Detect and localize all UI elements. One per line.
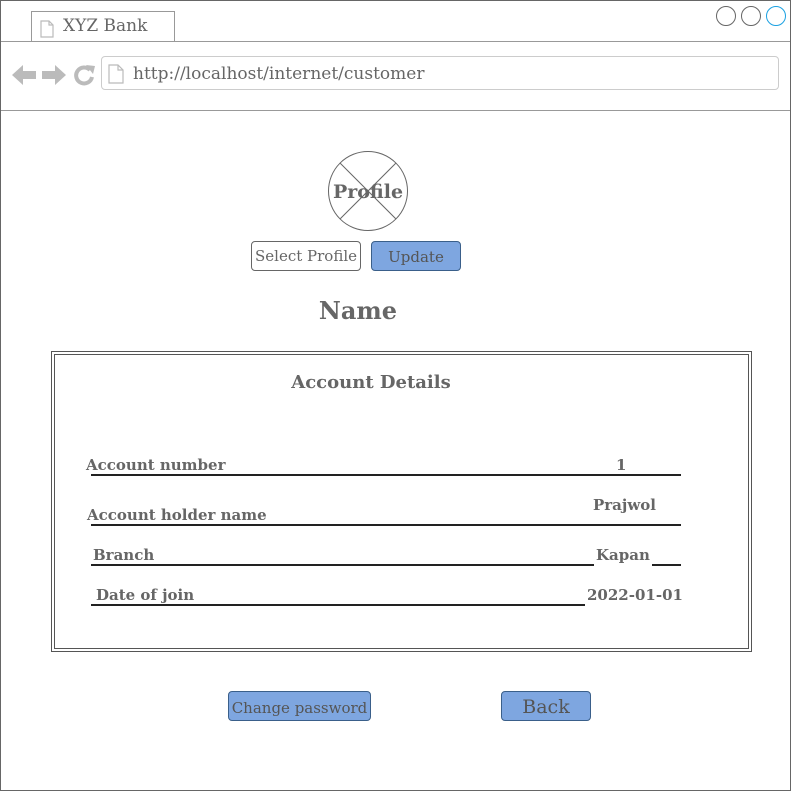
date-of-join-label: Date of join xyxy=(96,586,195,604)
branch-label: Branch xyxy=(93,546,155,564)
account-holder-name-value: Prajwol xyxy=(591,496,658,514)
back-arrow-icon[interactable] xyxy=(12,64,36,90)
page-icon xyxy=(108,64,124,88)
page-icon xyxy=(40,20,54,42)
update-button[interactable]: Update xyxy=(371,241,461,271)
address-bar[interactable]: http://localhost/internet/customer xyxy=(101,56,779,90)
tab-bar: XYZ Bank xyxy=(1,1,790,42)
underline xyxy=(91,564,681,566)
profile-picture-label: Profile xyxy=(332,181,404,203)
url-text: http://localhost/internet/customer xyxy=(133,64,425,84)
select-profile-button[interactable]: Select Profile xyxy=(251,241,361,271)
maximize-button[interactable] xyxy=(741,6,761,26)
reload-icon[interactable] xyxy=(72,64,96,90)
navigation-bar: http://localhost/internet/customer xyxy=(1,42,790,111)
close-window-button[interactable] xyxy=(766,6,786,26)
customer-name-heading: Name xyxy=(318,296,398,325)
forward-arrow-icon[interactable] xyxy=(42,64,66,90)
account-holder-name-label: Account holder name xyxy=(87,506,267,524)
date-of-join-value: 2022-01-01 xyxy=(585,586,685,608)
change-password-button[interactable]: Change password xyxy=(228,691,371,721)
underline xyxy=(91,474,681,476)
browser-tab[interactable]: XYZ Bank xyxy=(31,11,175,41)
minimize-button[interactable] xyxy=(716,6,736,26)
account-number-label: Account number xyxy=(86,456,226,474)
browser-window: XYZ Bank http://localhost/internet/custo… xyxy=(0,0,791,791)
account-number-value: 1 xyxy=(614,456,629,474)
account-details-title: Account Details xyxy=(291,372,451,393)
back-button[interactable]: Back xyxy=(501,691,591,721)
tab-title: XYZ Bank xyxy=(63,16,148,36)
branch-value: Kapan xyxy=(594,546,652,568)
underline xyxy=(91,524,681,526)
